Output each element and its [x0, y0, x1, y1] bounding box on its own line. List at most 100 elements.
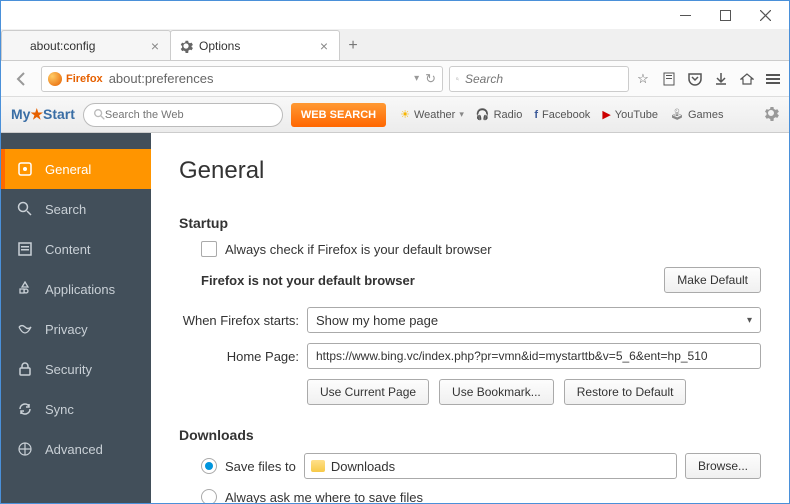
back-button[interactable]: [9, 66, 35, 92]
navigation-toolbar: Firefox about:preferences ▾ ↻ ☆: [1, 61, 789, 97]
folder-icon: [311, 460, 325, 472]
sidebar-item-label: Advanced: [45, 442, 103, 457]
tab-title: about:config: [30, 39, 148, 53]
tab-options[interactable]: Options ×: [170, 30, 340, 60]
youtube-icon: ▶: [602, 108, 610, 121]
browse-button[interactable]: Browse...: [685, 453, 761, 479]
minimize-button[interactable]: [665, 1, 705, 29]
not-default-label: Firefox is not your default browser: [201, 273, 664, 288]
identity-box[interactable]: Firefox: [48, 72, 103, 86]
always-ask-label: Always ask me where to save files: [225, 490, 423, 504]
home-page-label: Home Page:: [179, 349, 299, 364]
firefox-icon: [48, 72, 62, 86]
privacy-icon: [17, 321, 33, 337]
select-value: Show my home page: [316, 313, 438, 328]
use-current-page-button[interactable]: Use Current Page: [307, 379, 429, 405]
url-bar[interactable]: Firefox about:preferences ▾ ↻: [41, 66, 443, 92]
mystart-link-games[interactable]: 🕹Games: [670, 108, 723, 121]
search-icon: [456, 73, 459, 85]
facebook-icon: f: [534, 109, 538, 121]
sidebar-item-applications[interactable]: Applications: [1, 269, 151, 309]
menu-icon[interactable]: [765, 71, 781, 87]
toolbar-icons: ☆: [635, 71, 781, 87]
sidebar-item-privacy[interactable]: Privacy: [1, 309, 151, 349]
tab-close-icon[interactable]: ×: [148, 39, 162, 53]
sidebar-item-advanced[interactable]: Advanced: [1, 429, 151, 469]
new-tab-button[interactable]: +: [339, 32, 367, 60]
maximize-button[interactable]: [705, 1, 745, 29]
url-text: about:preferences: [109, 71, 408, 86]
always-check-label: Always check if Firefox is your default …: [225, 242, 492, 257]
dropdown-icon[interactable]: ▾: [414, 73, 419, 84]
search-input[interactable]: [465, 72, 622, 86]
mystart-links: ☀Weather▾ 🎧Radio fFacebook ▶YouTube 🕹Gam…: [400, 108, 723, 121]
web-search-button[interactable]: WEB SEARCH: [291, 103, 386, 127]
close-window-button[interactable]: [745, 1, 785, 29]
downloads-icon[interactable]: [713, 71, 729, 87]
gear-icon: [179, 39, 193, 53]
mystart-search-input[interactable]: [105, 109, 272, 121]
when-starts-label: When Firefox starts:: [179, 313, 299, 328]
identity-label: Firefox: [66, 73, 103, 85]
always-ask-radio[interactable]: [201, 489, 217, 503]
tab-close-icon[interactable]: ×: [317, 39, 331, 53]
home-page-input[interactable]: [307, 343, 761, 369]
mystart-logo[interactable]: My★Start: [11, 106, 75, 123]
downloads-heading: Downloads: [179, 427, 761, 443]
sun-icon: ☀: [400, 108, 410, 121]
mystart-link-weather[interactable]: ☀Weather▾: [400, 108, 464, 121]
mystart-link-radio[interactable]: 🎧Radio: [476, 108, 522, 121]
save-files-to-radio[interactable]: [201, 458, 217, 474]
search-icon: [94, 109, 105, 120]
startup-heading: Startup: [179, 215, 761, 231]
downloads-path-text: Downloads: [331, 459, 395, 474]
preferences-sidebar: General Search Content Applications Priv…: [1, 133, 151, 503]
content-icon: [17, 241, 33, 257]
tab-about-config[interactable]: about:config ×: [1, 30, 171, 60]
mystart-link-youtube[interactable]: ▶YouTube: [602, 108, 658, 121]
star-icon[interactable]: ☆: [635, 71, 651, 87]
sidebar-item-label: Security: [45, 362, 92, 377]
sidebar-item-general[interactable]: General: [1, 149, 151, 189]
sidebar-item-label: Search: [45, 202, 86, 217]
chevron-down-icon: ▾: [747, 315, 752, 326]
sidebar-item-search[interactable]: Search: [1, 189, 151, 229]
sidebar-item-content[interactable]: Content: [1, 229, 151, 269]
search-icon: [17, 201, 33, 217]
tab-strip: about:config × Options × +: [1, 29, 789, 61]
sidebar-item-sync[interactable]: Sync: [1, 389, 151, 429]
preferences-pane: General Startup Always check if Firefox …: [151, 133, 789, 503]
window-titlebar: [1, 1, 789, 29]
mystart-link-facebook[interactable]: fFacebook: [534, 109, 590, 121]
sidebar-item-label: General: [45, 162, 91, 177]
advanced-icon: [17, 441, 33, 457]
always-check-checkbox[interactable]: [201, 241, 217, 257]
sidebar-item-label: Sync: [45, 402, 74, 417]
when-starts-select[interactable]: Show my home page ▾: [307, 307, 761, 333]
search-bar[interactable]: [449, 66, 629, 92]
sidebar-item-label: Privacy: [45, 322, 88, 337]
joystick-icon: 🕹: [670, 108, 684, 121]
save-files-to-label: Save files to: [225, 459, 296, 474]
reload-icon[interactable]: ↻: [425, 71, 436, 87]
home-icon[interactable]: [739, 71, 755, 87]
headphones-icon: 🎧: [476, 108, 490, 121]
sync-icon: [17, 401, 33, 417]
globe-icon: [10, 39, 24, 53]
use-bookmark-button[interactable]: Use Bookmark...: [439, 379, 554, 405]
mystart-toolbar: My★Start WEB SEARCH ☀Weather▾ 🎧Radio fFa…: [1, 97, 789, 133]
sidebar-item-label: Content: [45, 242, 91, 257]
applications-icon: [17, 281, 33, 297]
page-title: General: [179, 157, 761, 185]
bookmarks-icon[interactable]: [661, 71, 677, 87]
pocket-icon[interactable]: [687, 71, 703, 87]
sidebar-item-label: Applications: [45, 282, 115, 297]
make-default-button[interactable]: Make Default: [664, 267, 761, 293]
downloads-path-field[interactable]: Downloads: [304, 453, 677, 479]
general-icon: [17, 161, 33, 177]
restore-default-button[interactable]: Restore to Default: [564, 379, 687, 405]
mystart-settings-icon[interactable]: [763, 105, 779, 124]
mystart-search-box[interactable]: [83, 103, 283, 127]
sidebar-item-security[interactable]: Security: [1, 349, 151, 389]
preferences-content: General Search Content Applications Priv…: [1, 133, 789, 503]
